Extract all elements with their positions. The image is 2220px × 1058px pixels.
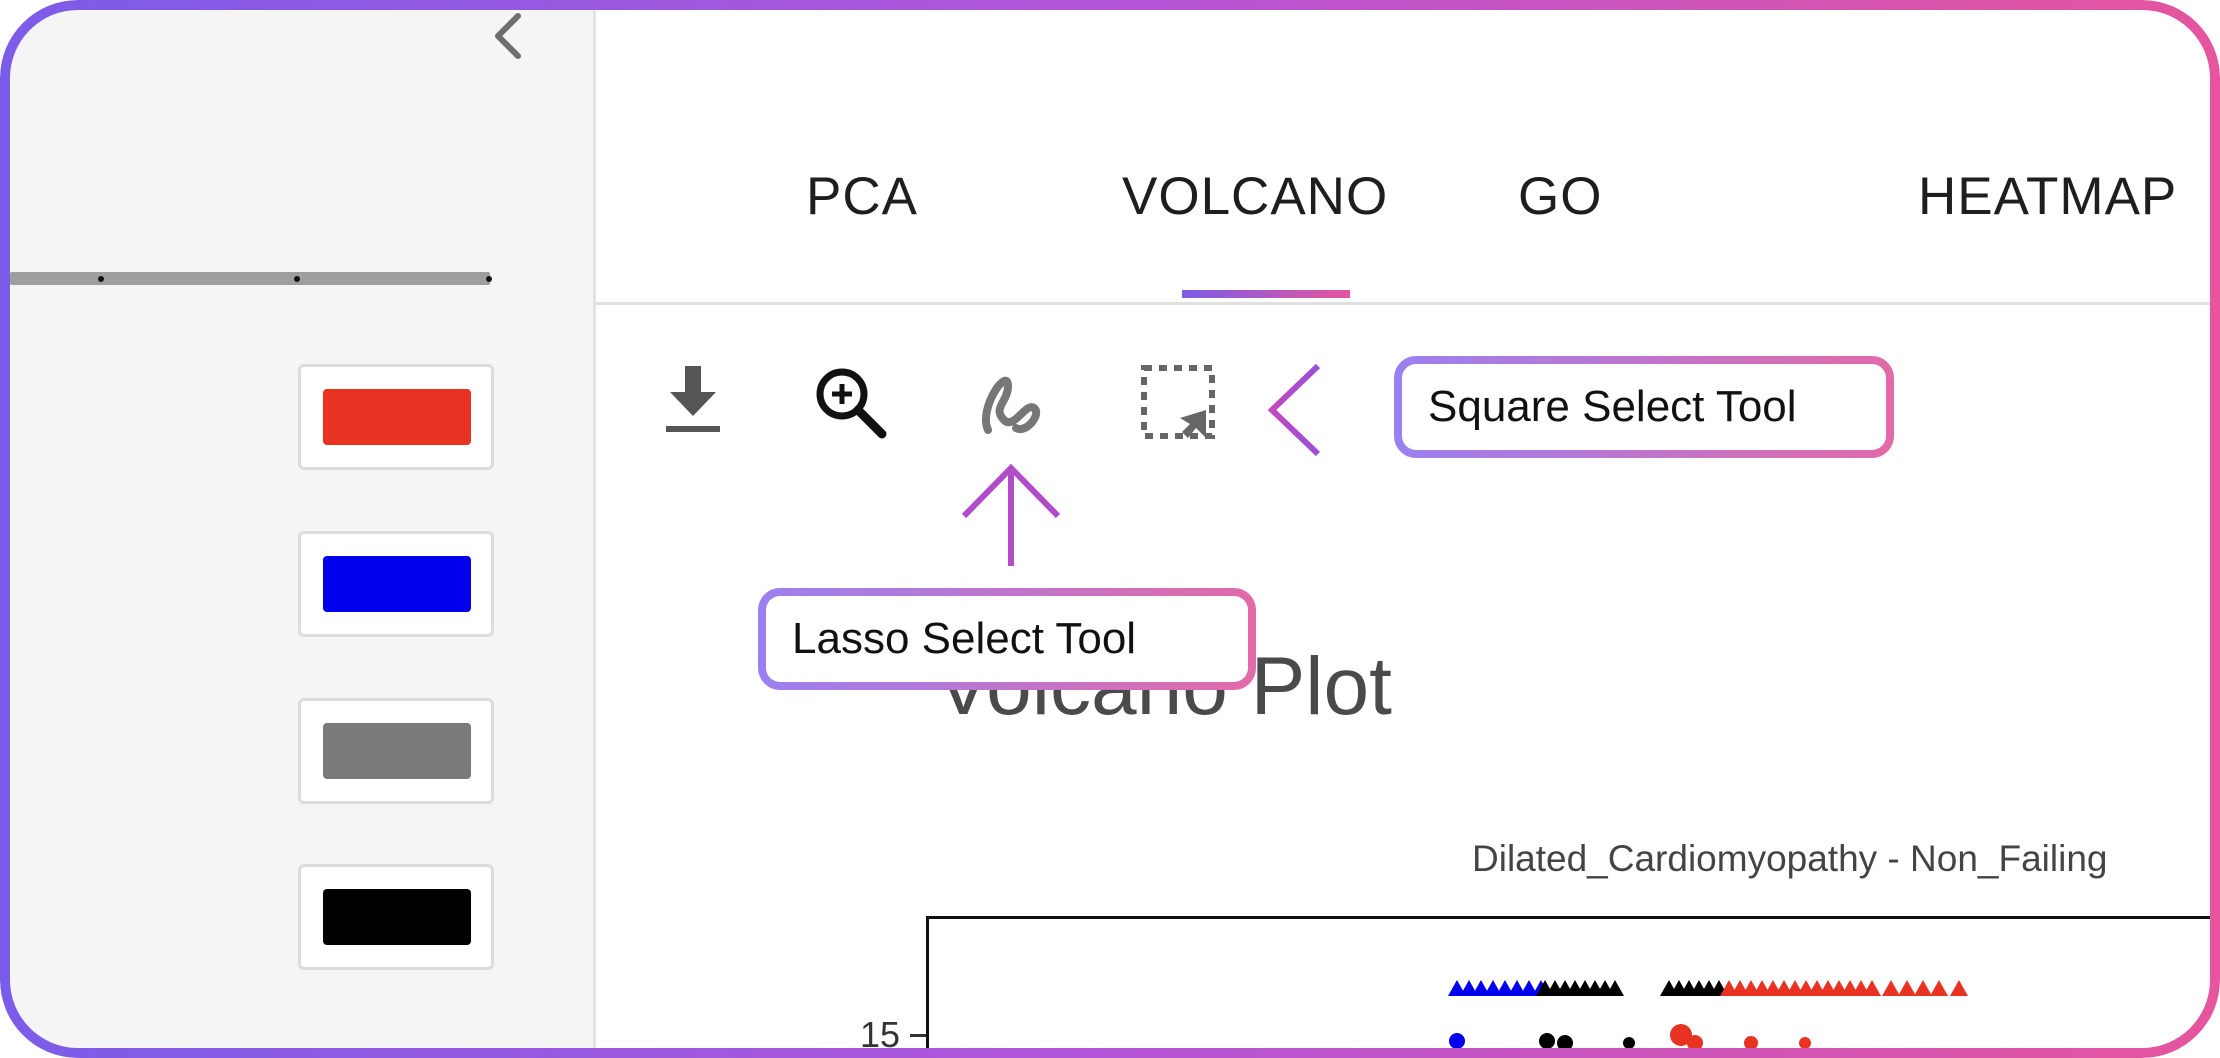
volcano-marker — [1863, 980, 1881, 996]
volcano-point — [1557, 1035, 1573, 1051]
color-swatch-black — [323, 889, 471, 945]
tab-heatmap[interactable]: HEATMAP — [1918, 166, 2177, 227]
color-picker-up[interactable] — [298, 364, 494, 470]
color-picker-down[interactable] — [298, 531, 494, 637]
square-select-callout: Square Select Tool — [1394, 356, 1894, 458]
square-select-button[interactable] — [1134, 358, 1224, 448]
zoom-in-icon — [816, 368, 887, 439]
volcano-point — [1687, 1035, 1703, 1051]
tab-divider — [596, 302, 2220, 305]
volcano-point — [1449, 1033, 1465, 1049]
data-points — [1448, 980, 1968, 1051]
volcano-marker — [1882, 980, 1900, 996]
color-picker-ns[interactable] — [298, 698, 494, 804]
volcano-point — [1799, 1037, 1811, 1049]
arrow-left-icon — [1267, 363, 1366, 457]
tab-pca[interactable]: PCA — [806, 166, 918, 227]
download-button[interactable] — [648, 358, 738, 448]
color-picker-sig[interactable] — [298, 864, 494, 970]
slider-tick — [486, 276, 492, 282]
zoom-button[interactable] — [806, 358, 896, 448]
chevron-left-icon — [495, 13, 521, 59]
volcano-marker — [1914, 980, 1932, 996]
color-swatch-blue — [323, 556, 471, 612]
threshold-slider[interactable] — [10, 272, 492, 285]
app-frame: PCA VOLCANO GO HEATMAP Square Select Too… — [0, 0, 2220, 1058]
arrow-up-icon — [961, 463, 1061, 566]
active-tab-indicator — [1182, 290, 1350, 298]
slider-tick — [294, 276, 300, 282]
sidebar — [0, 0, 596, 1058]
tab-go[interactable]: GO — [1518, 166, 1602, 227]
lasso-select-button[interactable] — [968, 358, 1058, 448]
download-icon — [666, 366, 720, 432]
y-tick-label: 15 — [860, 1014, 901, 1055]
volcano-point — [1623, 1037, 1635, 1049]
plot-subtitle: Dilated_Cardiomyopathy - Non_Failing — [1472, 838, 2108, 879]
volcano-point — [1744, 1036, 1758, 1050]
square-select-icon — [1141, 365, 1215, 439]
main-panel: PCA VOLCANO GO HEATMAP Square Select Too… — [596, 0, 2220, 1058]
volcano-marker — [1930, 980, 1948, 996]
color-swatch-gray — [323, 723, 471, 779]
lasso-select-callout: Lasso Select Tool — [758, 588, 1256, 690]
plot-area[interactable] — [926, 916, 2220, 1058]
slider-tick — [98, 276, 104, 282]
collapse-sidebar-button[interactable] — [488, 10, 528, 62]
y-tick — [910, 1034, 926, 1037]
color-swatch-red — [323, 389, 471, 445]
volcano-marker — [1950, 980, 1968, 996]
volcano-marker — [1898, 980, 1916, 996]
volcano-point — [1539, 1033, 1555, 1049]
tab-volcano[interactable]: VOLCANO — [1122, 166, 1388, 227]
lasso-select-icon — [982, 376, 1040, 434]
